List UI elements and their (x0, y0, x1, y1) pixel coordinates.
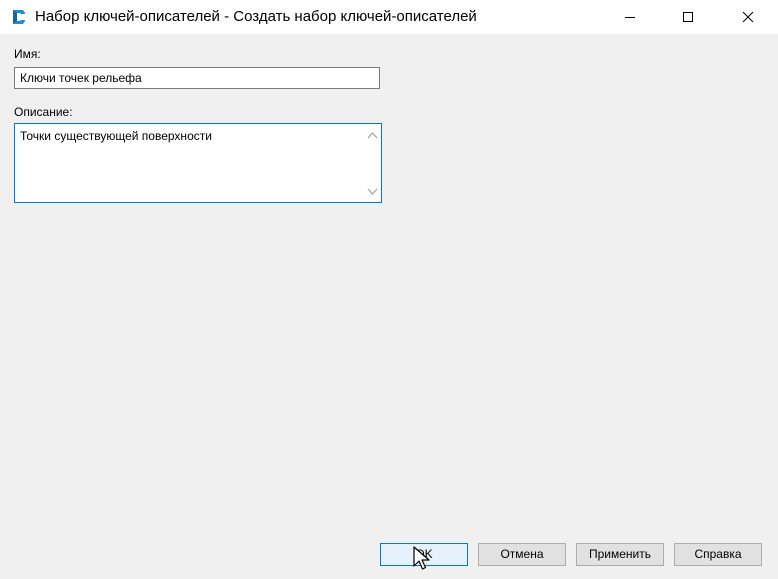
cancel-button[interactable]: Отмена (478, 543, 566, 566)
close-icon (742, 11, 754, 23)
maximize-button[interactable] (665, 0, 711, 34)
apply-button[interactable]: Применить (576, 543, 664, 566)
window-title: Набор ключей-описателей - Создать набор … (35, 8, 477, 25)
name-label: Имя: (14, 47, 41, 61)
description-textarea[interactable]: Точки существующей поверхности (14, 123, 382, 203)
description-text: Точки существующей поверхности (20, 129, 212, 143)
maximize-icon (683, 12, 693, 22)
close-button[interactable] (725, 0, 771, 34)
mouse-cursor-icon (413, 546, 430, 570)
scroll-up-icon[interactable] (367, 131, 378, 140)
minimize-icon (625, 17, 635, 18)
minimize-button[interactable] (607, 0, 653, 34)
title-bar: Набор ключей-описателей - Создать набор … (0, 0, 778, 34)
scroll-down-icon[interactable] (367, 187, 378, 196)
help-button[interactable]: Справка (674, 543, 762, 566)
name-input[interactable]: Ключи точек рельефа (14, 67, 380, 89)
description-label: Описание: (14, 105, 73, 119)
civil3d-app-icon (13, 10, 25, 24)
